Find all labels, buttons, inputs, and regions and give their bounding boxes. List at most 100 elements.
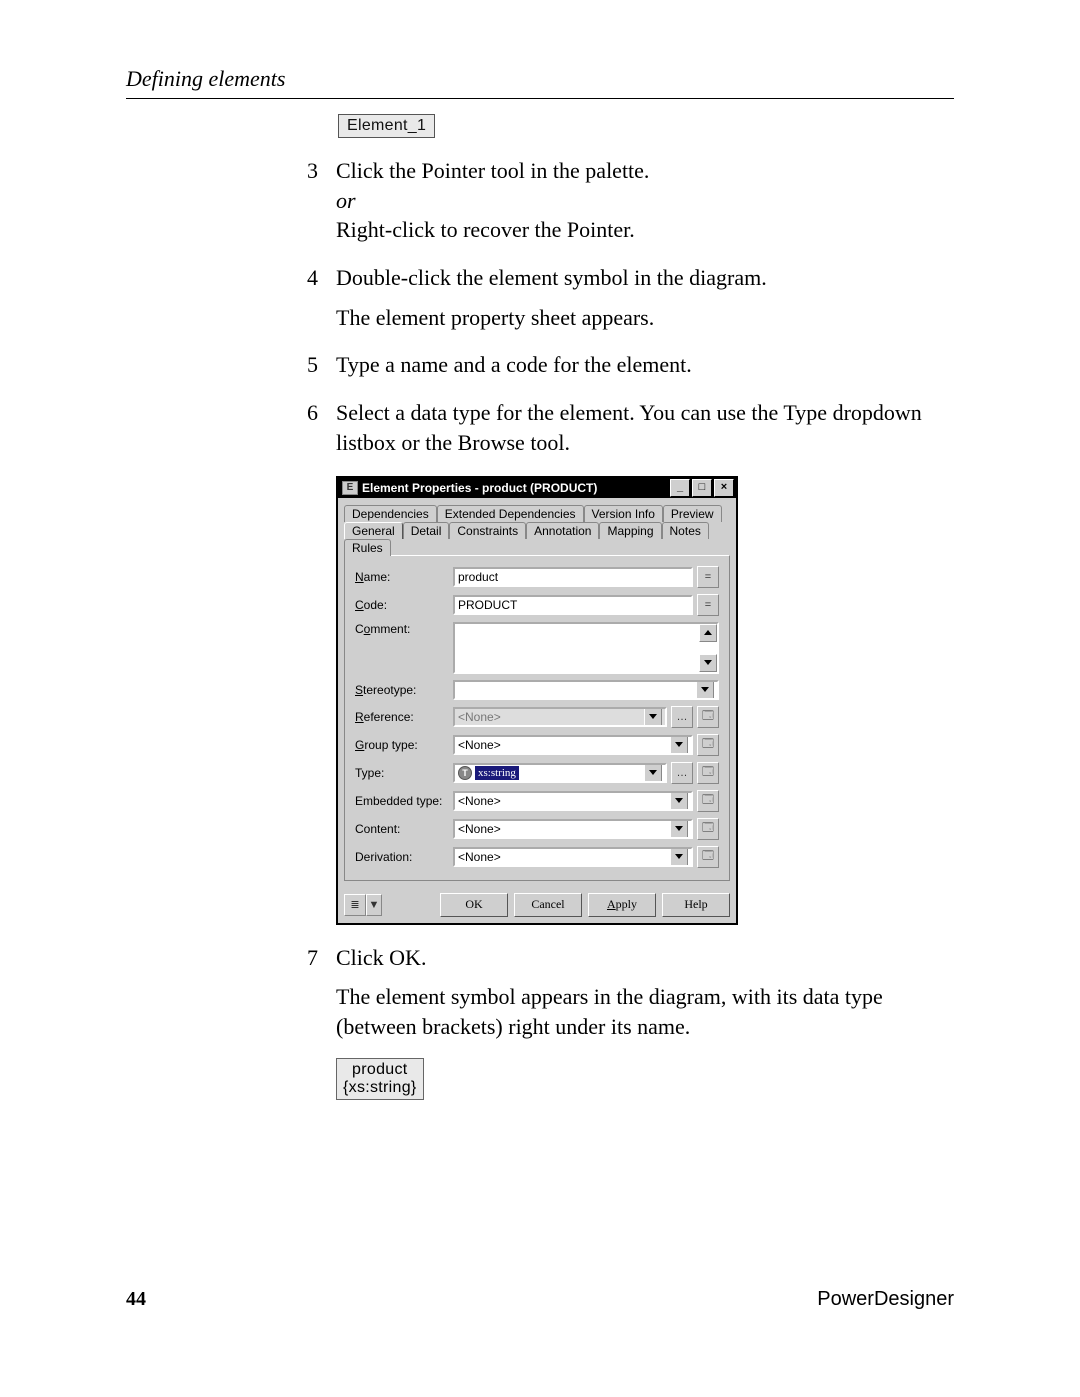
help-button[interactable]: Help	[662, 893, 730, 917]
tab-rules[interactable]: Rules	[344, 539, 391, 556]
select-embedded-type[interactable]: <None>	[453, 791, 693, 811]
tab-mapping[interactable]: Mapping	[599, 522, 661, 539]
code-sync-button[interactable]: =	[697, 594, 719, 616]
tab-version-info[interactable]: Version Info	[584, 505, 663, 522]
select-group-type[interactable]: <None>	[453, 735, 693, 755]
type-properties-button[interactable]: 🗔	[697, 762, 719, 784]
running-header: Defining elements	[126, 66, 954, 99]
dialog-app-icon	[342, 481, 358, 495]
badge-line-1: product	[352, 1061, 407, 1078]
select-content[interactable]: <None>	[453, 819, 693, 839]
maximize-button[interactable]: □	[692, 479, 712, 497]
select-reference[interactable]: <None>	[453, 707, 667, 727]
chevron-down-icon[interactable]	[644, 764, 662, 782]
page-footer: 44 PowerDesigner	[126, 1288, 954, 1311]
select-stereotype[interactable]	[453, 680, 719, 700]
chevron-down-icon[interactable]	[670, 792, 688, 810]
dialog-button-row: ≣ ▼ OK Cancel Apply Help	[338, 887, 736, 923]
step-body: Select a data type for the element. You …	[336, 398, 954, 457]
label-embedded-type: Embedded type:	[355, 794, 453, 808]
step-body: Click OK.	[336, 943, 954, 973]
tab-annotation[interactable]: Annotation	[526, 522, 599, 539]
select-value: <None>	[458, 794, 501, 808]
dialog-title: Element Properties - product (PRODUCT)	[362, 481, 668, 495]
row-comment: Comment:	[355, 622, 719, 674]
reference-properties-button[interactable]: 🗔	[697, 706, 719, 728]
type-browse-button[interactable]: …	[671, 762, 693, 784]
chevron-down-icon[interactable]	[696, 681, 714, 699]
chevron-down-icon[interactable]	[670, 820, 688, 838]
step-number: 7	[278, 943, 336, 973]
element-properties-dialog: Element Properties - product (PRODUCT) _…	[336, 476, 738, 925]
minimize-button[interactable]: _	[670, 479, 690, 497]
tab-dependencies[interactable]: Dependencies	[344, 505, 437, 522]
step-number: 5	[278, 350, 336, 380]
row-type: Type: T xs:string … 🗔	[355, 762, 719, 784]
chevron-down-icon: ▼	[366, 894, 382, 916]
step-body: Double-click the element symbol in the d…	[336, 263, 954, 293]
dialog-menu-button[interactable]: ≣ ▼	[344, 894, 382, 916]
tab-preview[interactable]: Preview	[663, 505, 722, 522]
step-number: 4	[278, 263, 336, 293]
step-7: 7 Click OK.	[278, 943, 954, 973]
content-properties-button[interactable]: 🗔	[697, 818, 719, 840]
step-3: 3 Click the Pointer tool in the palette.…	[278, 156, 954, 245]
type-icon: T	[458, 766, 472, 780]
group-type-properties-button[interactable]: 🗔	[697, 734, 719, 756]
row-reference: Reference: <None> … 🗔	[355, 706, 719, 728]
element-badge-after: product {xs:string}	[336, 1058, 424, 1101]
brand-name: PowerDesigner	[817, 1288, 954, 1311]
tab-extended-dependencies[interactable]: Extended Dependencies	[437, 505, 584, 522]
label-name: Name:	[355, 570, 453, 584]
menu-icon: ≣	[344, 894, 366, 916]
label-code: Code:	[355, 598, 453, 612]
tabs-row-2: General Detail Constraints Annotation Ma…	[338, 521, 736, 555]
tab-detail[interactable]: Detail	[403, 522, 450, 539]
row-group-type: Group type: <None> 🗔	[355, 734, 719, 756]
input-comment[interactable]	[453, 622, 719, 674]
step-4-followup: The element property sheet appears.	[336, 303, 954, 333]
dialog-titlebar[interactable]: Element Properties - product (PRODUCT) _…	[338, 478, 736, 498]
ok-button[interactable]: OK	[440, 893, 508, 917]
dialog-figure: Element Properties - product (PRODUCT) _…	[336, 476, 954, 925]
name-sync-button[interactable]: =	[697, 566, 719, 588]
embedded-properties-button[interactable]: 🗔	[697, 790, 719, 812]
close-button[interactable]: ×	[714, 479, 734, 497]
tab-constraints[interactable]: Constraints	[449, 522, 526, 539]
step-body: Click the Pointer tool in the palette. o…	[336, 156, 954, 245]
step-body: Type a name and a code for the element.	[336, 350, 954, 380]
scroll-up-icon[interactable]	[699, 624, 717, 642]
scroll-down-icon[interactable]	[699, 654, 717, 672]
step-4: 4 Double-click the element symbol in the…	[278, 263, 954, 293]
select-value: <None>	[458, 710, 501, 724]
tabs-row-1: Dependencies Extended Dependencies Versi…	[338, 498, 736, 521]
chevron-down-icon[interactable]	[644, 708, 662, 726]
row-content: Content: <None> 🗔	[355, 818, 719, 840]
apply-button[interactable]: Apply	[588, 893, 656, 917]
step-number: 6	[278, 398, 336, 457]
row-derivation: Derivation: <None> 🗔	[355, 846, 719, 868]
input-name[interactable]: product	[453, 567, 693, 587]
label-derivation: Derivation:	[355, 850, 453, 864]
input-code[interactable]: PRODUCT	[453, 595, 693, 615]
derivation-properties-button[interactable]: 🗔	[697, 846, 719, 868]
page-number: 44	[126, 1288, 146, 1311]
header-title: Defining elements	[126, 66, 285, 91]
step-text: Click the Pointer tool in the palette.	[336, 156, 954, 186]
row-embedded-type: Embedded type: <None> 🗔	[355, 790, 719, 812]
step-7-followup: The element symbol appears in the diagra…	[336, 982, 954, 1041]
chevron-down-icon[interactable]	[670, 736, 688, 754]
label-group-type: Group type:	[355, 738, 453, 752]
tab-general[interactable]: General	[344, 522, 403, 539]
select-type[interactable]: T xs:string	[453, 763, 667, 783]
label-comment: Comment:	[355, 622, 453, 636]
label-type: Type:	[355, 766, 453, 780]
step-text-alt: Right-click to recover the Pointer.	[336, 215, 954, 245]
reference-browse-button[interactable]: …	[671, 706, 693, 728]
step-6: 6 Select a data type for the element. Yo…	[278, 398, 954, 457]
select-derivation[interactable]: <None>	[453, 847, 693, 867]
tab-notes[interactable]: Notes	[662, 522, 709, 539]
step-number: 3	[278, 156, 336, 245]
cancel-button[interactable]: Cancel	[514, 893, 582, 917]
chevron-down-icon[interactable]	[670, 848, 688, 866]
